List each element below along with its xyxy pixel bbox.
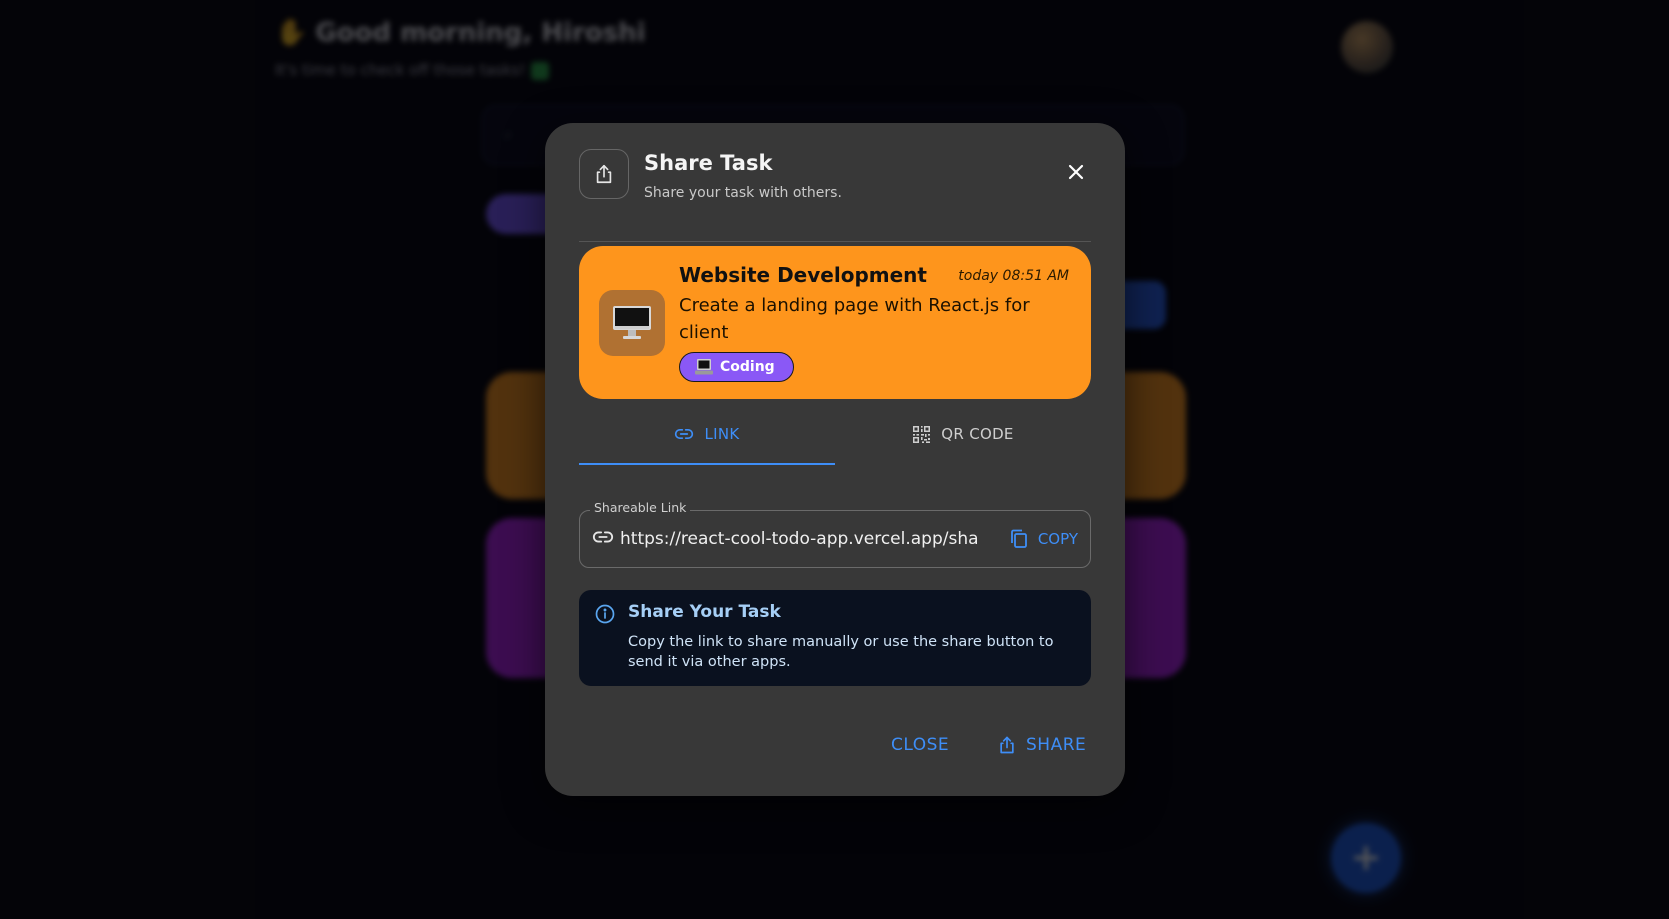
task-name: Website Development [679, 263, 927, 287]
qr-code-icon [913, 425, 931, 443]
shareable-link-input[interactable] [620, 525, 980, 553]
laptop-icon [695, 359, 713, 375]
share-button-label: SHARE [1026, 735, 1087, 755]
info-title: Share Your Task [628, 602, 781, 622]
category-badge: Coding [679, 352, 794, 382]
desktop-computer-icon [599, 290, 665, 356]
share-icon [579, 149, 629, 199]
category-label: Coding [720, 359, 775, 375]
task-preview-card: Website Development today 08:51 AM Creat… [579, 246, 1091, 399]
share-icon [1000, 736, 1014, 754]
share-button[interactable]: SHARE [997, 727, 1086, 763]
task-description: Create a landing page with React.js for … [679, 295, 1030, 343]
close-icon[interactable] [1061, 157, 1091, 187]
tab-qr-code-label: QR CODE [941, 425, 1014, 443]
share-task-dialog: Share Task Share your task with others. … [545, 123, 1125, 796]
copy-button-label: COPY [1037, 530, 1078, 548]
close-button[interactable]: CLOSE [891, 727, 949, 763]
info-text: Copy the link to share manually or use t… [628, 634, 1054, 670]
task-date: today 08:51 AM [958, 268, 1069, 284]
info-alert: Share Your Task Copy the link to share m… [579, 590, 1091, 686]
dialog-title: Share Task [644, 151, 773, 175]
tab-qr-code[interactable]: QR CODE [835, 405, 1091, 463]
tab-link-label: LINK [704, 425, 740, 443]
info-icon [595, 604, 615, 628]
shareable-link-label: Shareable Link [590, 500, 691, 515]
tab-link[interactable]: LINK [579, 405, 835, 465]
dialog-subtitle: Share your task with others. [644, 185, 842, 201]
link-icon [592, 529, 614, 549]
link-icon [675, 429, 694, 439]
shareable-link-field: Shareable Link COPY [579, 500, 1091, 568]
copy-button[interactable]: COPY [1010, 523, 1078, 555]
share-tabs: LINK QR CODE [579, 405, 1091, 465]
dialog-header: Share Task Share your task with others. [579, 149, 1091, 242]
copy-icon [1010, 529, 1027, 548]
